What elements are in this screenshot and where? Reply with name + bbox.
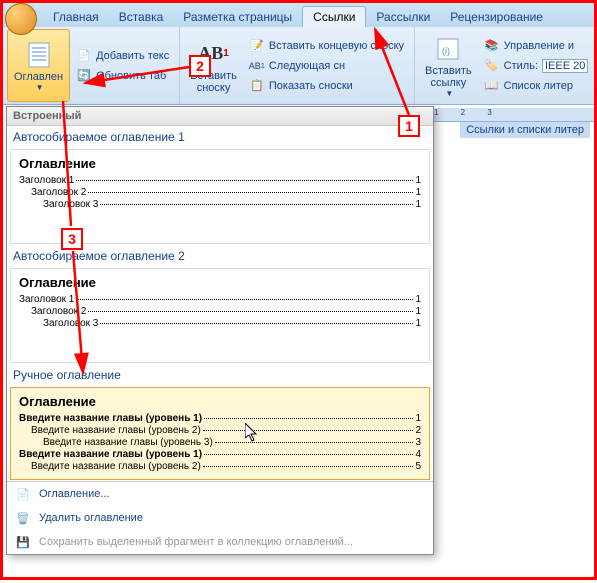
toc-title: Оглавление [19, 275, 421, 290]
chevron-down-icon: ▼ [36, 83, 44, 92]
add-text-button[interactable]: 📄 Добавить текс [74, 47, 171, 65]
insert-citation-button[interactable]: (i) Вставить ссылку ▼ [419, 29, 478, 102]
annotation-1: 1 [398, 115, 420, 137]
show-notes-icon: 📋 [249, 78, 265, 94]
tab-review[interactable]: Рецензирование [440, 7, 553, 27]
biblio-icon: 📖 [484, 78, 500, 94]
add-text-icon: 📄 [76, 48, 92, 64]
insert-endnote-label: Вставить концевую сноску [269, 40, 404, 52]
annotation-2: 2 [189, 55, 211, 77]
tab-home[interactable]: Главная [43, 7, 109, 27]
gallery-section-builtin: Встроенный [7, 107, 433, 126]
ribbon: Оглавлен ▼ 📄 Добавить текс 🔄 Обновить та… [3, 27, 594, 105]
group-citations: (i) Вставить ссылку ▼ 📚 Управление и 🏷️ … [415, 27, 597, 104]
style-label: Стиль: [504, 60, 538, 72]
next-footnote-label: Следующая сн [269, 60, 345, 72]
gallery-footer: 📄 Оглавление... 🗑️ Удалить оглавление 💾 … [7, 481, 433, 554]
tab-references[interactable]: Ссылки [302, 6, 366, 27]
toc-icon [23, 39, 55, 71]
svg-text:(i): (i) [442, 46, 450, 56]
group-toc: Оглавлен ▼ 📄 Добавить текс 🔄 Обновить та… [3, 27, 180, 104]
office-button[interactable] [5, 3, 37, 35]
manage-icon: 📚 [484, 38, 500, 54]
gallery-item-manual[interactable]: Оглавление Введите название главы (урове… [10, 387, 430, 480]
style-icon: 🏷️ [484, 58, 500, 74]
update-icon: 🔄 [76, 68, 92, 84]
menu-remove-toc[interactable]: 🗑️ Удалить оглавление [7, 506, 433, 530]
next-footnote-icon: AB1 [249, 58, 265, 74]
gallery-item-auto1-title: Автособираемое оглавление 1 [7, 126, 433, 148]
toc-title: Оглавление [19, 394, 421, 409]
toc-button[interactable]: Оглавлен ▼ [7, 29, 70, 102]
toc-gallery: Встроенный Автособираемое оглавление 1 О… [6, 106, 434, 555]
menu-save-selection: 💾 Сохранить выделенный фрагмент в коллек… [7, 530, 433, 554]
endnote-icon: 📝 [249, 38, 265, 54]
add-text-label: Добавить текс [96, 50, 169, 62]
insert-citation-label: Вставить ссылку [425, 65, 472, 89]
group-footnotes: AB1 Вставить сноску 📝 Вставить концевую … [180, 27, 415, 104]
update-table-label: Обновить таб [96, 70, 166, 82]
manage-sources-button[interactable]: 📚 Управление и [482, 37, 591, 55]
gallery-item-auto2[interactable]: Оглавление Заголовок 11 Заголовок 21 Заг… [10, 268, 430, 363]
insert-endnote-button[interactable]: 📝 Вставить концевую сноску [247, 37, 406, 55]
menu-insert-toc-label: Оглавление... [39, 488, 110, 500]
tab-layout[interactable]: Разметка страницы [173, 7, 302, 27]
save-gallery-icon: 💾 [15, 534, 31, 550]
menu-insert-toc[interactable]: 📄 Оглавление... [7, 482, 433, 506]
show-notes-button[interactable]: 📋 Показать сноски [247, 77, 406, 95]
mouse-cursor [245, 423, 261, 443]
tab-insert[interactable]: Вставка [109, 7, 174, 27]
ribbon-tabs: Главная Вставка Разметка страницы Ссылки… [3, 3, 594, 27]
ruler: 1 2 3 [428, 108, 594, 122]
annotation-3: 3 [61, 228, 83, 250]
show-notes-label: Показать сноски [269, 80, 353, 92]
toc-dialog-icon: 📄 [15, 486, 31, 502]
group-label: Ссылки и списки литер [460, 122, 590, 138]
chevron-down-icon: ▼ [445, 89, 453, 98]
style-value: IEEE 20 [542, 59, 588, 73]
toc-button-label: Оглавлен [14, 71, 63, 83]
citation-icon: (i) [432, 33, 464, 65]
menu-remove-toc-label: Удалить оглавление [39, 512, 143, 524]
bibliography-button[interactable]: 📖 Список литер [482, 77, 591, 95]
menu-save-label: Сохранить выделенный фрагмент в коллекци… [39, 536, 353, 548]
remove-icon: 🗑️ [15, 510, 31, 526]
style-selector[interactable]: 🏷️ Стиль: IEEE 20 [482, 57, 591, 75]
tab-mail[interactable]: Рассылки [366, 7, 440, 27]
manage-label: Управление и [504, 40, 574, 52]
next-footnote-button[interactable]: AB1 Следующая сн [247, 57, 406, 75]
gallery-item-manual-title: Ручное оглавление [7, 364, 433, 386]
update-table-button[interactable]: 🔄 Обновить таб [74, 67, 171, 85]
biblio-label: Список литер [504, 80, 573, 92]
toc-title: Оглавление [19, 156, 421, 171]
